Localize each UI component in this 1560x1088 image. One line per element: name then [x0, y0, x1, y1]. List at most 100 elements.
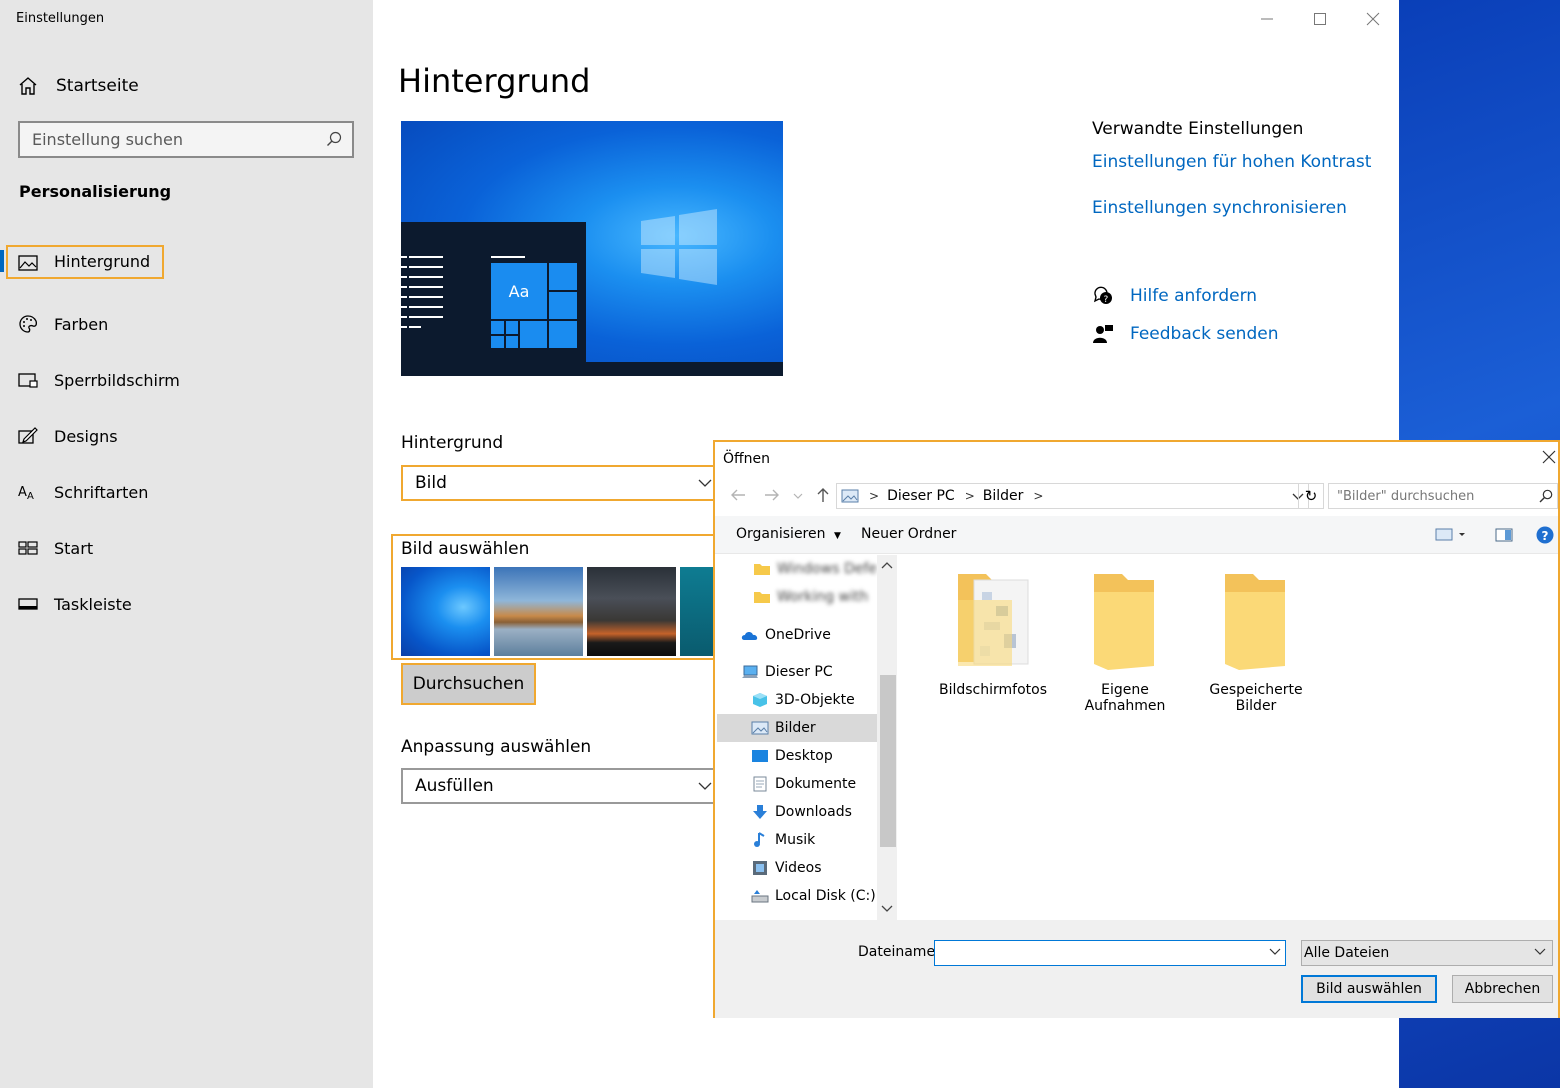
- high-contrast-link[interactable]: Einstellungen für hohen Kontrast: [1092, 152, 1371, 172]
- help-chat-icon: ?: [1093, 286, 1112, 305]
- recent-chevron-icon[interactable]: [793, 492, 803, 500]
- page-title: Hintergrund: [398, 62, 591, 100]
- nav-item-local-disk[interactable]: Local Disk (C:): [717, 882, 877, 910]
- nav-item-pinned-1[interactable]: Windows Defe: [717, 555, 877, 583]
- fit-dropdown[interactable]: Ausfüllen: [401, 768, 721, 804]
- nav-item-label: 3D-Objekte: [775, 692, 855, 708]
- window-controls: [1240, 0, 1399, 38]
- folder-eigene-aufnahmen[interactable]: Eigene Aufnahmen: [1060, 570, 1190, 714]
- folder-icon: [754, 564, 770, 575]
- folder-icon: [754, 592, 770, 603]
- breadcrumb-dieser-pc[interactable]: Dieser PC: [887, 488, 955, 504]
- wallpaper-thumbnail-beach[interactable]: [494, 567, 583, 656]
- nav-item-label: Downloads: [775, 804, 852, 820]
- minimize-icon: [1260, 18, 1273, 20]
- breadcrumb-bilder[interactable]: Bilder: [983, 488, 1024, 504]
- minimize-button[interactable]: [1240, 0, 1293, 38]
- sidebar-item-designs[interactable]: Designs: [0, 408, 373, 464]
- choose-picture-button[interactable]: Bild auswählen: [1301, 975, 1437, 1003]
- designs-icon: [18, 427, 38, 444]
- nav-item-pinned-2[interactable]: Working with: [717, 583, 877, 611]
- related-settings: Verwandte Einstellungen Einstellungen fü…: [1092, 119, 1371, 218]
- background-type-label: Hintergrund: [401, 433, 504, 453]
- folder-icon: [1225, 574, 1285, 670]
- search-icon[interactable]: [326, 131, 342, 147]
- filename-label: Dateiname:: [858, 944, 940, 960]
- close-button[interactable]: [1346, 0, 1399, 38]
- settings-search-input[interactable]: [20, 123, 310, 156]
- sidebar-item-farben[interactable]: Farben: [0, 296, 373, 352]
- computer-icon: [742, 665, 758, 678]
- preview-pane-icon[interactable]: [1495, 528, 1513, 542]
- nav-scrollbar[interactable]: [877, 555, 897, 920]
- send-feedback-link[interactable]: Feedback senden: [1130, 324, 1278, 344]
- breadcrumb-separator: >: [1033, 489, 1044, 503]
- preview-tile-large: Aa: [490, 262, 548, 320]
- new-folder-button[interactable]: Neuer Ordner: [861, 526, 956, 542]
- background-preview: Aa: [401, 121, 783, 376]
- get-help-link[interactable]: Hilfe anfordern: [1130, 286, 1257, 306]
- dialog-search-input[interactable]: [1329, 484, 1529, 508]
- pictures-folder-icon: [841, 489, 859, 503]
- help-icon[interactable]: ?: [1536, 526, 1554, 544]
- background-type-dropdown[interactable]: Bild: [401, 465, 721, 501]
- scrollbar-thumb[interactable]: [880, 675, 896, 847]
- nav-item-desktop[interactable]: Desktop: [717, 742, 877, 770]
- feedback-row[interactable]: Feedback senden: [1092, 315, 1278, 353]
- cancel-button[interactable]: Abbrechen: [1452, 975, 1553, 1003]
- nav-item-3d-objekte[interactable]: 3D-Objekte: [717, 686, 877, 714]
- sidebar-item-label: Sperrbildschirm: [54, 370, 180, 390]
- wallpaper-thumbnail-underwater[interactable]: [680, 567, 715, 656]
- nav-item-bilder[interactable]: Bilder: [717, 714, 877, 742]
- file-name-line2: Aufnahmen: [1084, 698, 1166, 714]
- chevron-down-icon[interactable]: [1269, 946, 1281, 958]
- nav-item-downloads[interactable]: Downloads: [717, 798, 877, 826]
- sidebar-item-hintergrund[interactable]: Hintergrund: [0, 240, 373, 296]
- chevron-down-icon: [698, 479, 712, 487]
- home-link[interactable]: Startseite: [18, 72, 139, 100]
- sidebar-item-schriftarten[interactable]: AA Schriftarten: [0, 464, 373, 520]
- organize-menu[interactable]: Organisieren ▼: [736, 526, 841, 542]
- dialog-search[interactable]: [1328, 483, 1558, 509]
- nav-item-musik[interactable]: Musik: [717, 826, 877, 854]
- nav-item-dieser-pc[interactable]: Dieser PC: [717, 658, 877, 686]
- help-row[interactable]: ? Hilfe anfordern: [1092, 277, 1278, 315]
- sidebar-item-start[interactable]: Start: [0, 520, 373, 576]
- chevron-down-icon: [1534, 948, 1546, 955]
- maximize-button[interactable]: [1293, 0, 1346, 38]
- background-type-value: Bild: [415, 473, 447, 493]
- preview-start-menu: Aa: [401, 222, 586, 376]
- folder-gespeicherte-bilder[interactable]: Gespeicherte Bilder: [1191, 570, 1321, 714]
- up-arrow-icon[interactable]: [814, 486, 832, 504]
- scroll-up-icon[interactable]: [881, 561, 893, 569]
- documents-icon: [753, 776, 767, 792]
- sidebar-item-taskleiste[interactable]: Taskleiste: [0, 576, 373, 632]
- nav-item-label: OneDrive: [765, 627, 831, 643]
- sidebar-item-sperrbildschirm[interactable]: Sperrbildschirm: [0, 352, 373, 408]
- 3d-objects-icon: [753, 693, 767, 707]
- drive-icon: [751, 890, 769, 903]
- address-bar[interactable]: > Dieser PC > Bilder >: [836, 483, 1309, 509]
- refresh-button[interactable]: ↻: [1298, 483, 1324, 509]
- view-options-icon[interactable]: [1435, 528, 1467, 542]
- settings-search[interactable]: [18, 121, 354, 158]
- sync-settings-link[interactable]: Einstellungen synchronisieren: [1092, 198, 1347, 218]
- sidebar: Einstellungen Startseite Personalisierun…: [0, 0, 373, 1088]
- file-type-filter[interactable]: Alle Dateien: [1301, 940, 1553, 966]
- preview-tile: [519, 320, 548, 349]
- file-name: Eigene: [1101, 682, 1149, 698]
- scroll-down-icon[interactable]: [881, 905, 893, 913]
- folder-bildschirmfotos[interactable]: Bildschirmfotos: [928, 570, 1058, 698]
- wallpaper-thumbnail-windows[interactable]: [401, 567, 490, 656]
- back-arrow-icon[interactable]: [729, 486, 747, 504]
- browse-button[interactable]: Durchsuchen: [401, 663, 536, 705]
- wallpaper-thumbnail-night-sky[interactable]: [587, 567, 676, 656]
- filename-field[interactable]: [934, 940, 1286, 966]
- dialog-close-button[interactable]: [1542, 448, 1556, 469]
- forward-arrow-icon[interactable]: [763, 486, 781, 504]
- svg-text:?: ?: [1542, 529, 1549, 543]
- nav-item-onedrive[interactable]: OneDrive: [717, 621, 877, 649]
- filename-input[interactable]: [935, 941, 1255, 965]
- nav-item-videos[interactable]: Videos: [717, 854, 877, 882]
- nav-item-dokumente[interactable]: Dokumente: [717, 770, 877, 798]
